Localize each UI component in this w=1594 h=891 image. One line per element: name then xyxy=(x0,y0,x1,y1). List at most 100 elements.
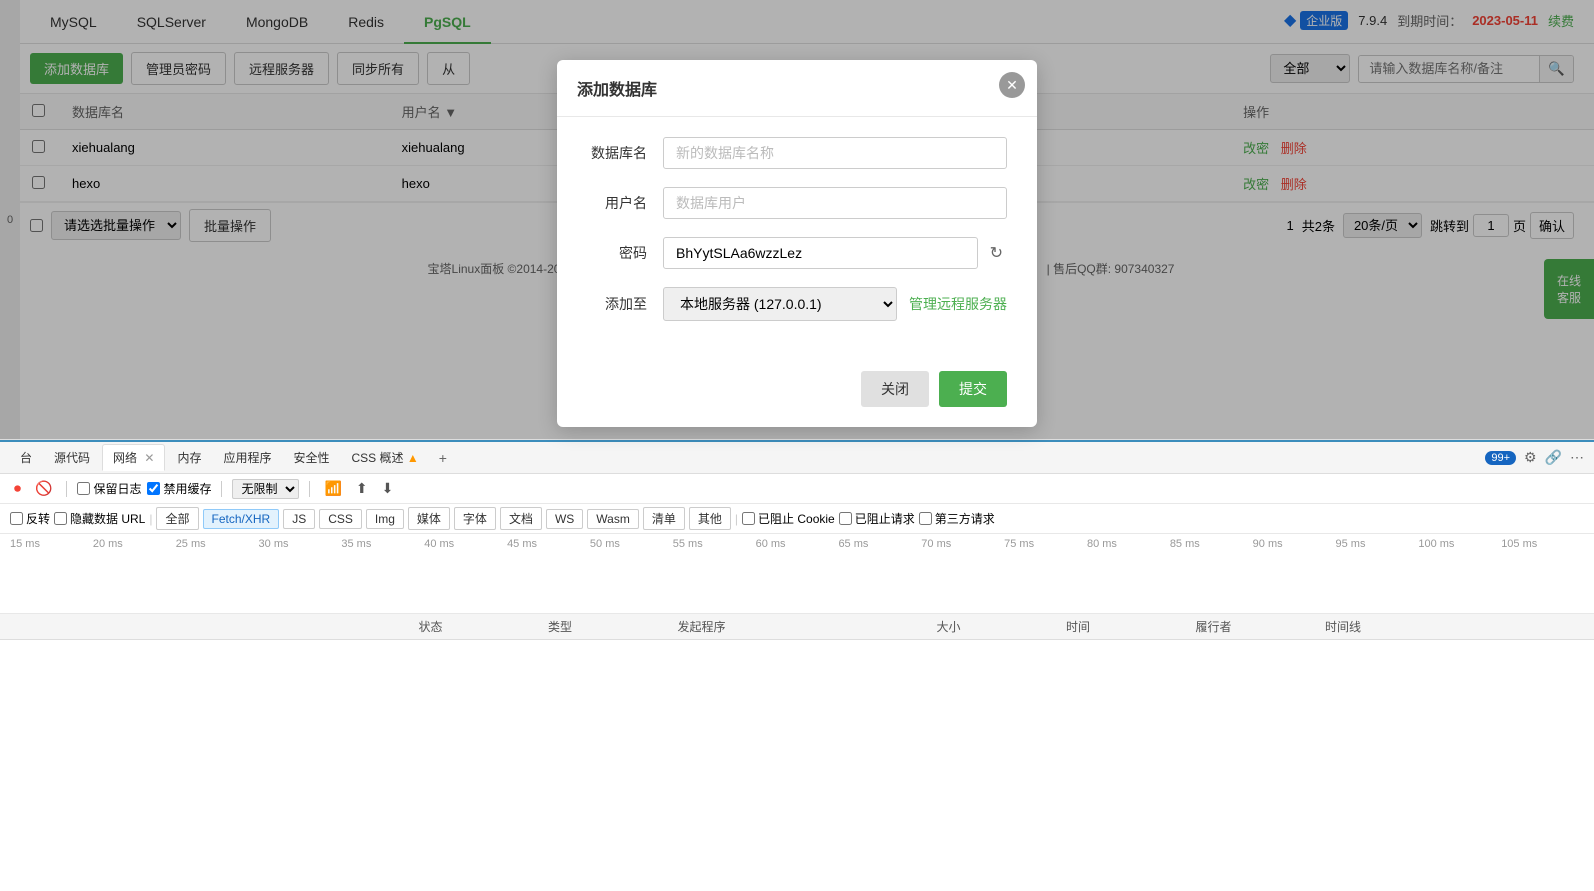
filter-ws-btn[interactable]: WS xyxy=(546,509,583,529)
t-105: 105 ms xyxy=(1501,538,1584,550)
filter-fetch-btn[interactable]: Fetch/XHR xyxy=(203,509,280,529)
filter-img-btn[interactable]: Img xyxy=(366,509,404,529)
add-db-modal: 添加数据库 ✕ 数据库名 用户名 密码 ↻ xyxy=(557,60,1037,427)
t-25: 25 ms xyxy=(176,538,259,550)
upload-icon[interactable]: ⬆ xyxy=(352,478,372,499)
throttle-select[interactable]: 无限制 xyxy=(232,479,299,499)
col-header-name xyxy=(30,618,419,635)
modal-title: 添加数据库 xyxy=(557,60,1037,117)
filter-other-btn[interactable]: 其他 xyxy=(689,507,731,530)
filter-all-btn[interactable]: 全部 xyxy=(156,507,198,530)
t-65: 65 ms xyxy=(838,538,921,550)
wifi-icon[interactable]: 📶 xyxy=(320,478,345,499)
link-icon[interactable]: 🔗 xyxy=(1545,449,1562,466)
t-75: 75 ms xyxy=(1004,538,1087,550)
hide-url-label[interactable]: 隐藏数据 URL xyxy=(54,510,145,527)
t-60: 60 ms xyxy=(756,538,839,550)
password-input[interactable] xyxy=(663,237,978,269)
server-row: 本地服务器 (127.0.0.1) 管理远程服务器 xyxy=(663,287,1007,321)
preserve-log-label[interactable]: 保留日志 xyxy=(77,480,141,497)
preserve-log-text: 保留日志 xyxy=(93,480,141,497)
devtools-tab-memory[interactable]: 内存 xyxy=(167,445,211,470)
devtools-tab-css[interactable]: CSS 概述 ▲ xyxy=(341,445,428,470)
password-row: ↻ xyxy=(663,237,1007,269)
timeline-chart xyxy=(0,550,1594,600)
blocked-cookie-checkbox[interactable] xyxy=(742,512,755,525)
devtools-tab-app[interactable]: 应用程序 xyxy=(213,445,281,470)
devtools-tab-source[interactable]: 源代码 xyxy=(44,445,100,470)
network-badge: 99+ xyxy=(1485,451,1516,465)
record-button[interactable]: ⏺ xyxy=(10,478,25,499)
more-icon[interactable]: ⋯ xyxy=(1570,449,1584,466)
invert-filter-label[interactable]: 反转 xyxy=(10,510,50,527)
filter-doc-btn[interactable]: 文档 xyxy=(500,507,542,530)
filter-manifest-btn[interactable]: 清单 xyxy=(643,507,685,530)
add-tab-button[interactable]: + xyxy=(431,446,455,470)
t-85: 85 ms xyxy=(1170,538,1253,550)
blocked-cookie-label[interactable]: 已阻止 Cookie xyxy=(742,510,835,527)
t-35: 35 ms xyxy=(341,538,424,550)
filter-row: 反转 隐藏数据 URL | 全部 Fetch/XHR JS CSS Img 媒体… xyxy=(0,504,1594,534)
devtools-panel: 台 源代码 网络 ✕ 内存 应用程序 安全性 CSS 概述 ▲ + 99+ ⚙ … xyxy=(0,440,1594,891)
close-network-tab[interactable]: ✕ xyxy=(144,451,154,465)
t-50: 50 ms xyxy=(590,538,673,550)
col-header-time: 时间 xyxy=(1066,618,1196,635)
top-panel: 0 MySQL SQLServer MongoDB Redis PgSQL ◆ … xyxy=(0,0,1594,440)
disable-cache-label[interactable]: 禁用缓存 xyxy=(147,480,211,497)
modal-overlay: 添加数据库 ✕ 数据库名 用户名 密码 ↻ xyxy=(0,0,1594,439)
modal-body: 数据库名 用户名 密码 ↻ 添加至 xyxy=(557,117,1037,359)
invert-checkbox[interactable] xyxy=(10,512,23,525)
refresh-password-button[interactable]: ↻ xyxy=(986,239,1007,267)
col-header-size: 大小 xyxy=(937,618,1067,635)
t-15: 15 ms xyxy=(10,538,93,550)
col-header-timeline: 时间线 xyxy=(1325,618,1584,635)
manage-server-link[interactable]: 管理远程服务器 xyxy=(909,294,1007,314)
devtools-tab-台[interactable]: 台 xyxy=(10,445,42,470)
filter-font-btn[interactable]: 字体 xyxy=(454,507,496,530)
settings-icon[interactable]: ⚙ xyxy=(1524,449,1537,466)
hide-url-checkbox[interactable] xyxy=(54,512,67,525)
dbname-label: 数据库名 xyxy=(587,143,647,163)
third-party-checkbox[interactable] xyxy=(919,512,932,525)
css-badge: ▲ xyxy=(407,451,419,465)
modal-close-button[interactable]: ✕ xyxy=(999,72,1025,98)
username-input[interactable] xyxy=(663,187,1007,219)
t-95: 95 ms xyxy=(1336,538,1419,550)
disable-cache-checkbox[interactable] xyxy=(147,482,160,495)
download-icon[interactable]: ⬇ xyxy=(378,478,398,499)
devtools-tab-network[interactable]: 网络 ✕ xyxy=(102,444,165,471)
dbname-input[interactable] xyxy=(663,137,1007,169)
form-row-addto: 添加至 本地服务器 (127.0.0.1) 管理远程服务器 xyxy=(587,287,1007,321)
filter-wasm-btn[interactable]: Wasm xyxy=(587,509,639,529)
timeline-ruler: 15 ms 20 ms 25 ms 30 ms 35 ms 40 ms 45 m… xyxy=(0,538,1594,550)
third-party-label[interactable]: 第三方请求 xyxy=(919,510,995,527)
form-row-dbname: 数据库名 xyxy=(587,137,1007,169)
t-55: 55 ms xyxy=(673,538,756,550)
separator-2 xyxy=(221,481,222,497)
password-label: 密码 xyxy=(587,243,647,263)
filter-media-btn[interactable]: 媒体 xyxy=(408,507,450,530)
devtools-tab-security[interactable]: 安全性 xyxy=(283,445,339,470)
col-header-executor: 履行者 xyxy=(1196,618,1326,635)
devtools-toolbar: ⏺ 🚫 保留日志 禁用缓存 无限制 📶 ⬆ ⬇ xyxy=(0,474,1594,504)
filter-css-btn[interactable]: CSS xyxy=(319,509,362,529)
form-row-password: 密码 ↻ xyxy=(587,237,1007,269)
devtools-tab-right: 99+ ⚙ 🔗 ⋯ xyxy=(1485,449,1584,466)
modal-submit-button[interactable]: 提交 xyxy=(939,371,1007,407)
filter-divider: | xyxy=(149,512,152,526)
username-label: 用户名 xyxy=(587,193,647,213)
preserve-log-checkbox[interactable] xyxy=(77,482,90,495)
blocked-request-checkbox[interactable] xyxy=(839,512,852,525)
t-40: 40 ms xyxy=(424,538,507,550)
blocked-request-label[interactable]: 已阻止请求 xyxy=(839,510,915,527)
modal-footer: 关闭 提交 xyxy=(557,359,1037,427)
addto-label: 添加至 xyxy=(587,294,647,314)
clear-button[interactable]: 🚫 xyxy=(31,478,56,499)
filter-js-btn[interactable]: JS xyxy=(283,509,315,529)
col-header-initiator: 发起程序 xyxy=(678,618,937,635)
network-table-header: 状态 类型 发起程序 大小 时间 履行者 时间线 xyxy=(0,614,1594,640)
blocked-request-text: 已阻止请求 xyxy=(855,510,915,527)
network-body xyxy=(0,640,1594,891)
modal-cancel-button[interactable]: 关闭 xyxy=(861,371,929,407)
server-select[interactable]: 本地服务器 (127.0.0.1) xyxy=(663,287,897,321)
